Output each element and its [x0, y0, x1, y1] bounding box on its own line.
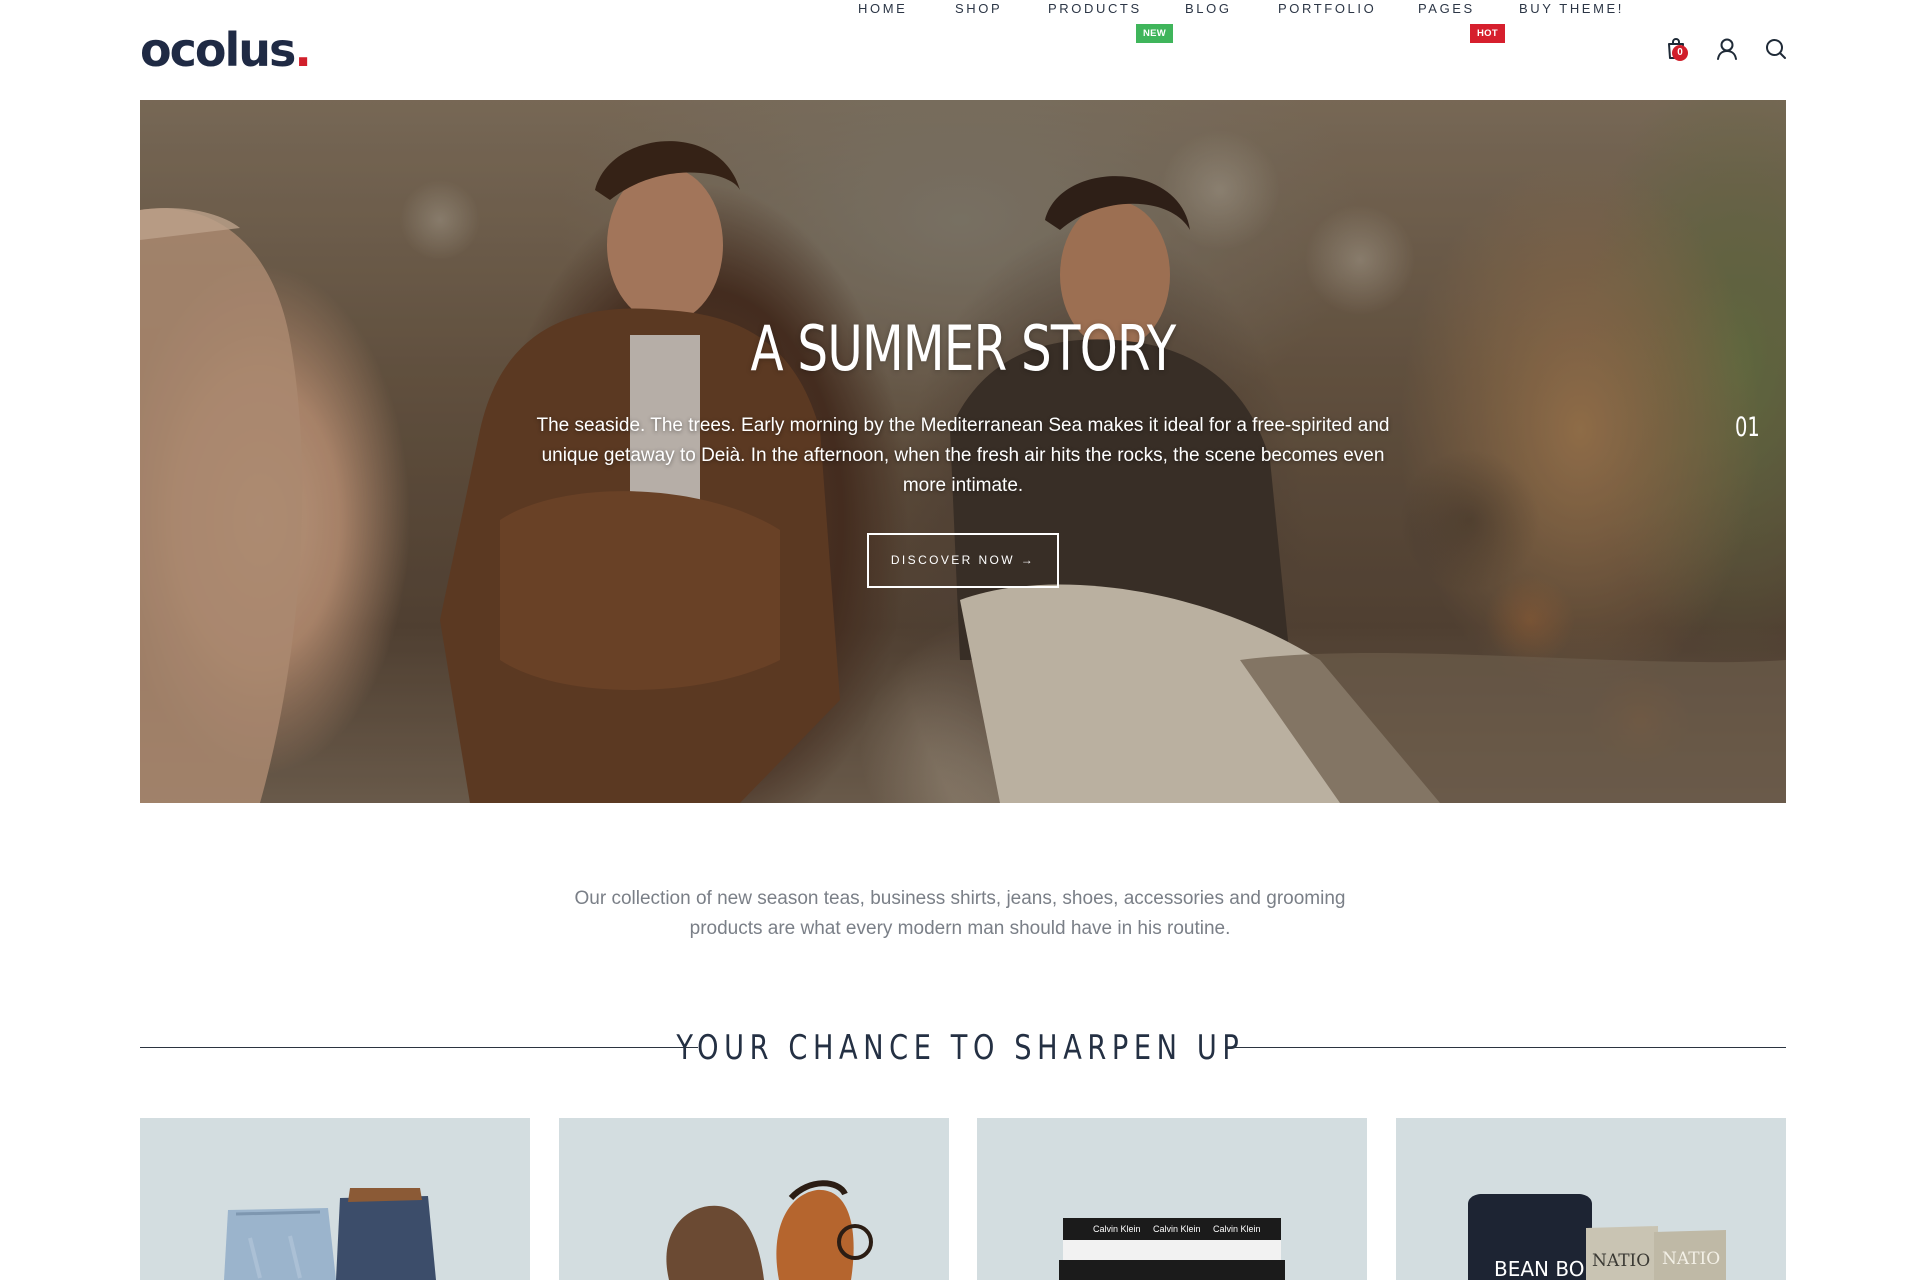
nav-pages[interactable]: PAGES [1418, 0, 1475, 18]
cart-count-badge: 0 [1672, 45, 1688, 61]
badge-hot: HOT [1470, 24, 1505, 43]
product-card-underwear[interactable]: Calvin Klein Calvin Klein Calvin Klein [977, 1118, 1367, 1280]
section-title: YOUR CHANCE TO SHARPEN UP [676, 1028, 1245, 1068]
card4-label-3: NATIO [1662, 1249, 1720, 1269]
nav-products[interactable]: PRODUCTS [1048, 0, 1142, 18]
search-icon[interactable] [1763, 36, 1789, 62]
card3-label-2: Calvin Klein [1153, 1224, 1201, 1234]
nav-blog[interactable]: BLOG [1185, 0, 1232, 18]
badge-new: NEW [1136, 24, 1174, 43]
nav-shop[interactable]: SHOP [955, 0, 1002, 18]
jeans-image [224, 1188, 436, 1280]
product-card-shoes[interactable] [559, 1118, 949, 1280]
product-card-grooming[interactable]: BEAN BODY NATIO NATIO [1396, 1118, 1786, 1280]
product-card-jeans[interactable] [140, 1118, 530, 1280]
user-icon[interactable] [1714, 36, 1740, 62]
card4-label-2: NATIO [1592, 1251, 1650, 1271]
nav-buy-theme[interactable]: BUY THEME! [1519, 0, 1624, 18]
card3-label-3: Calvin Klein [1213, 1224, 1261, 1234]
brand-dot: . [294, 23, 312, 77]
section-divider-right [1228, 1047, 1786, 1048]
site-header: ocolus. HOME SHOP PRODUCTS BLOG PORTFOLI… [0, 0, 1920, 100]
shoes-image [666, 1180, 873, 1280]
hero-title: A SUMMER STORY [750, 312, 1177, 385]
intro-text: Our collection of new season teas, busin… [574, 888, 1346, 939]
nav-home[interactable]: HOME [858, 0, 907, 18]
grooming-image: BEAN BODY NATIO NATIO [1468, 1194, 1726, 1280]
nav-portfolio[interactable]: PORTFOLIO [1278, 0, 1376, 18]
slide-number[interactable]: 01 [1735, 412, 1760, 443]
card3-label-1: Calvin Klein [1093, 1224, 1141, 1234]
underwear-image: Calvin Klein Calvin Klein Calvin Klein [1059, 1218, 1285, 1280]
hero-banner: A SUMMER STORY The seaside. The trees. E… [140, 100, 1786, 803]
brand-logo[interactable]: ocolus. [140, 22, 312, 78]
discover-now-button[interactable]: DISCOVER NOW → [867, 533, 1059, 588]
hero-description: The seaside. The trees. Early morning by… [536, 415, 1390, 496]
brand-name: ocolus [140, 23, 296, 77]
